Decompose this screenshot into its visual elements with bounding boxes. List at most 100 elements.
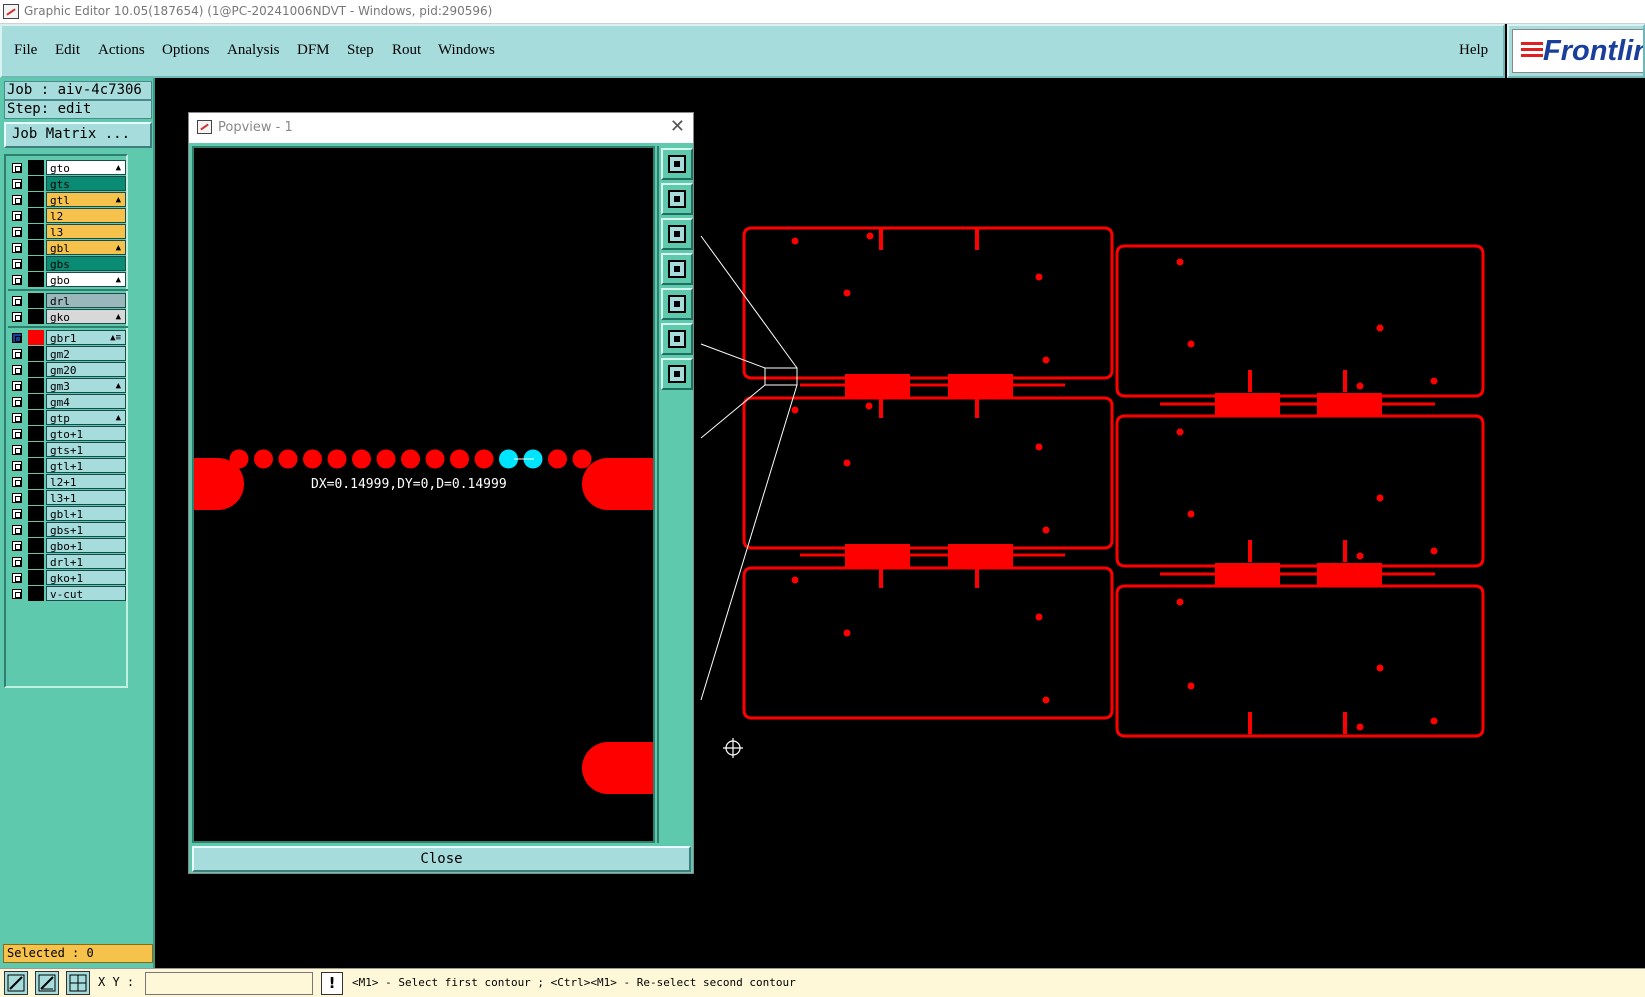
layer-checkbox[interactable] [12,227,22,237]
layer-checkbox[interactable] [12,509,22,519]
measure-tool-icon[interactable] [35,971,59,995]
zoom-out-up-icon[interactable] [661,183,693,215]
frontline-logo: Frontline [1507,24,1645,78]
trace-dot [327,449,347,469]
layer-row-gbl[interactable]: gbl ▲ [8,240,128,255]
fit-icon[interactable] [661,323,693,355]
menu-options[interactable]: Options [162,42,210,59]
layer-checkbox[interactable] [12,259,22,269]
menu-edit[interactable]: Edit [55,42,80,59]
layer-checkbox[interactable] [12,413,22,423]
layer-name: l3 [46,224,126,239]
layer-checkbox[interactable] [12,163,22,173]
menu-analysis[interactable]: Analysis [227,42,280,59]
menu-step[interactable]: Step [347,42,374,59]
menu-help[interactable]: Help [1459,42,1488,59]
layer-checkbox[interactable] [12,477,22,487]
layer-checkbox[interactable] [12,312,22,322]
close-icon[interactable]: ✕ [670,116,685,137]
layer-name: gto ▲ [46,160,126,175]
zoom-down-icon[interactable] [661,218,693,250]
trace-dot [376,449,396,469]
layer-checkbox[interactable] [12,349,22,359]
xy-label: X Y : [98,975,135,989]
layer-checkbox[interactable] [12,429,22,439]
menu-rout[interactable]: Rout [392,42,421,59]
layer-row-gm3[interactable]: gm3 ▲ [8,378,128,393]
warning-icon[interactable]: ! [321,972,343,995]
layer-row-gbs-1[interactable]: gbs+1 [8,522,128,537]
layer-checkbox[interactable] [12,275,22,285]
menu-dfm[interactable]: DFM [297,42,330,59]
layer-name: l2+1 [46,474,126,489]
menu-actions[interactable]: Actions [98,42,145,59]
drill-hole [1376,664,1384,672]
layer-checkbox[interactable] [12,211,22,221]
layer-row-gtl-1[interactable]: gtl+1 [8,458,128,473]
resize-icon[interactable] [4,971,28,995]
layer-row-gm2[interactable]: gm2 [8,346,128,361]
zoom-in-icon[interactable] [661,148,693,180]
layer-checkbox[interactable] [12,381,22,391]
layer-row-drl-1[interactable]: drl+1 [8,554,128,569]
layer-row-gbl-1[interactable]: gbl+1 [8,506,128,521]
xy-coordinate-input[interactable] [145,972,313,995]
board-outline-r3 [1115,584,1485,738]
layer-row-l3-1[interactable]: l3+1 [8,490,128,505]
layer-row-gm20[interactable]: gm20 [8,362,128,377]
layer-row-l2-1[interactable]: l2+1 [8,474,128,489]
layer-row-l2[interactable]: l2 [8,208,128,223]
layer-checkbox[interactable] [12,541,22,551]
layer-checkbox[interactable] [12,461,22,471]
layer-row-gto[interactable]: gto ▲ [8,160,128,175]
layer-checkbox[interactable] [12,179,22,189]
layer-row-gbs[interactable]: gbs [8,256,128,271]
layer-row-gts-1[interactable]: gts+1 [8,442,128,457]
drill-hole [1356,552,1364,560]
layer-row-drl[interactable]: drl [8,293,128,308]
board-outline-l1 [742,226,1114,380]
grid-icon[interactable] [66,971,90,995]
layer-name: gko ▲ [46,309,126,324]
layer-row-gtl[interactable]: gtl ▲ [8,192,128,207]
pan-left-icon[interactable] [661,253,693,285]
layer-color-swatch [28,474,44,489]
center-icon[interactable] [661,358,693,390]
layer-checkbox[interactable] [12,397,22,407]
layer-checkbox[interactable] [12,573,22,583]
zoom-callout-line [700,384,798,701]
layer-checkbox[interactable] [12,365,22,375]
layer-checkbox[interactable] [12,445,22,455]
drill-hole [1187,340,1195,348]
layer-row-gko[interactable]: gko ▲ [8,309,128,324]
layer-row-gko-1[interactable]: gko+1 [8,570,128,585]
layer-checkbox[interactable] [12,493,22,503]
drill-hole [1035,273,1043,281]
layer-row-gts[interactable]: gts [8,176,128,191]
layer-group-separator [8,326,128,328]
layer-name: gbl+1 [46,506,126,521]
layer-checkbox[interactable] [12,296,22,306]
menu-file[interactable]: File [14,42,37,59]
popview-canvas[interactable]: DX=0.14999,DY=0,D=0.14999 [192,146,655,843]
menu-windows[interactable]: Windows [438,42,495,59]
close-button[interactable]: Close [192,846,691,872]
layer-row-gbo[interactable]: gbo ▲ [8,272,128,287]
layer-checkbox[interactable] [12,525,22,535]
layer-row-gbr1[interactable]: gbr1 ▲≡ [8,330,128,345]
layer-row-gbo-1[interactable]: gbo+1 [8,538,128,553]
layer-checkbox[interactable] [12,195,22,205]
layer-row-gto-1[interactable]: gto+1 [8,426,128,441]
layer-checkbox[interactable] [12,333,22,343]
layer-row-gtp[interactable]: gtp ▲ [8,410,128,425]
zoom-callout-line [700,235,798,369]
layer-checkbox[interactable] [12,589,22,599]
job-matrix-button[interactable]: Job Matrix ... [4,122,152,148]
layer-name: gts [46,176,126,191]
layer-checkbox[interactable] [12,557,22,567]
pan-right-icon[interactable] [661,288,693,320]
layer-checkbox[interactable] [12,243,22,253]
layer-row-v-cut[interactable]: v-cut [8,586,128,601]
layer-row-l3[interactable]: l3 [8,224,128,239]
layer-row-gm4[interactable]: gm4 [8,394,128,409]
